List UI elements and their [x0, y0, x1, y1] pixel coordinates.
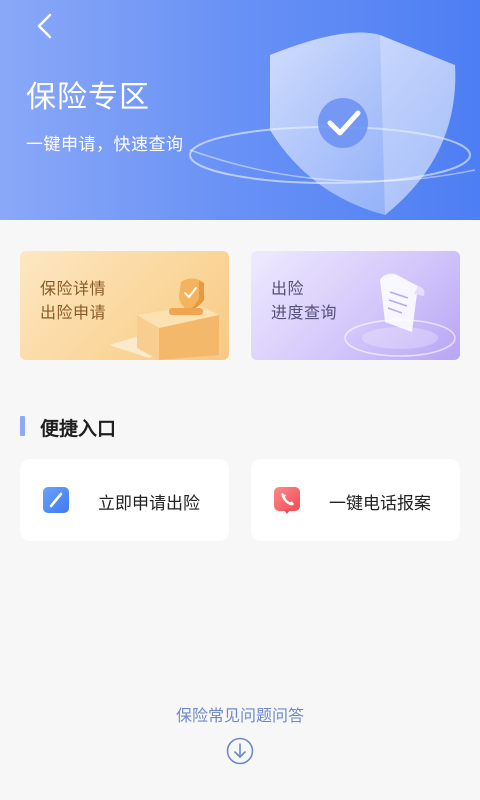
card-label-line2: 出险申请: [40, 303, 107, 322]
box-shield-illustration: [109, 278, 219, 360]
insurance-details-card[interactable]: 保险详情 出险申请: [20, 251, 229, 360]
apply-claim-button[interactable]: 立即申请出险: [20, 459, 229, 541]
apply-claim-label: 立即申请出险: [98, 494, 200, 514]
page-title: 保险专区: [26, 80, 150, 115]
claim-progress-card[interactable]: 出险 进度查询: [251, 251, 460, 360]
arrow-down-circle-icon[interactable]: [226, 737, 254, 765]
section-accent-bar: [20, 416, 25, 436]
phone-report-label: 一键电话报案: [329, 494, 431, 514]
chevron-left-icon: [37, 13, 52, 39]
shield-illustration: [189, 32, 476, 215]
page-subtitle: 一键申请，快速查询: [26, 135, 184, 155]
hero-banner: 保险专区 一键申请，快速查询: [0, 0, 480, 220]
faq-link[interactable]: 保险常见问题问答: [0, 702, 480, 726]
card-label-line2: 进度查询: [271, 303, 338, 322]
card-label-line1: 保险详情: [40, 279, 107, 298]
document-scroll-illustration: [344, 273, 456, 357]
back-button[interactable]: [28, 10, 60, 42]
card-label-line1: 出险: [271, 279, 305, 298]
phone-icon: [274, 487, 300, 514]
section-title: 便捷入口: [40, 418, 117, 440]
pen-icon: [43, 487, 69, 513]
phone-report-button[interactable]: 一键电话报案: [251, 459, 460, 541]
